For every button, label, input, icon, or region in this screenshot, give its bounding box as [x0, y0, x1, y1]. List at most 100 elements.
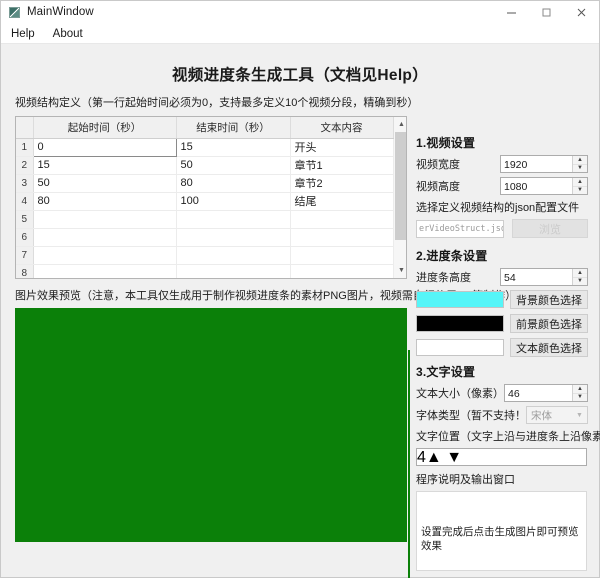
text-size-value[interactable]: 46: [505, 385, 572, 401]
table-scrollbar[interactable]: ▲ ▼: [394, 117, 408, 278]
window-title: MainWindow: [27, 6, 94, 18]
background-color-button[interactable]: 背景颜色选择: [510, 290, 588, 309]
stepper-arrows[interactable]: ▲ ▼: [572, 178, 587, 194]
bar-height-value[interactable]: 54: [501, 269, 572, 285]
cell-start[interactable]: [33, 246, 176, 264]
font-type-select[interactable]: 宋体 ▼: [526, 406, 588, 424]
text-position-value[interactable]: 4: [417, 449, 426, 465]
video-height-label: 视频高度: [416, 178, 460, 194]
table-row[interactable]: 3 50 80 章节2: [16, 174, 393, 192]
table-row[interactable]: 2 15 50 章节1: [16, 156, 393, 174]
json-config-hint: 选择定义视频结构的json配置文件: [416, 199, 588, 215]
cell-start[interactable]: 80: [33, 192, 176, 210]
json-file-field[interactable]: erVideoStruct.json: [416, 220, 504, 238]
page-title: 视频进度条生成工具（文档见Help）: [1, 44, 599, 85]
cell-text[interactable]: 结尾: [290, 192, 393, 210]
video-width-value[interactable]: 1920: [501, 156, 572, 172]
stepper-arrows[interactable]: ▲ ▼: [572, 156, 587, 172]
cell-text[interactable]: 章节1: [290, 156, 393, 174]
cell-text[interactable]: 开头: [290, 138, 393, 156]
stepper-up-icon[interactable]: ▲: [573, 269, 587, 278]
cell-text[interactable]: 章节2: [290, 174, 393, 192]
foreground-color-button[interactable]: 前景颜色选择: [510, 314, 588, 333]
section-title-bar: 2.进度条设置: [416, 247, 588, 264]
scroll-down-icon[interactable]: ▼: [394, 263, 407, 278]
table-row[interactable]: 5: [16, 210, 393, 228]
browse-button[interactable]: 浏览: [512, 219, 588, 238]
cell-text[interactable]: [290, 264, 393, 279]
table-row[interactable]: 6: [16, 228, 393, 246]
chevron-down-icon[interactable]: ▼: [572, 412, 587, 419]
cell-text[interactable]: [290, 228, 393, 246]
close-icon[interactable]: [564, 1, 599, 24]
stepper-down-icon[interactable]: ▼: [573, 187, 587, 195]
title-bar: MainWindow: [1, 1, 599, 24]
cell-end[interactable]: 15: [176, 138, 290, 156]
maximize-icon[interactable]: [529, 1, 564, 24]
cell-text[interactable]: [290, 210, 393, 228]
cell-start[interactable]: 50: [33, 174, 176, 192]
cell-end[interactable]: [176, 246, 290, 264]
stepper-arrows[interactable]: ▲ ▼: [572, 385, 587, 401]
structure-table[interactable]: 起始时间（秒） 结束时间（秒） 文本内容 1 0 15 开头 2 15 50: [15, 116, 407, 279]
stepper-up-icon[interactable]: ▲: [573, 385, 587, 394]
menu-item-about[interactable]: About: [51, 27, 85, 41]
left-panel: 视频结构定义（第一行起始时间必须为0，支持最多定义10个视频分段，精确到秒） 起…: [15, 96, 407, 542]
cell-end[interactable]: [176, 228, 290, 246]
text-size-stepper[interactable]: 46 ▲ ▼: [504, 384, 588, 402]
video-height-stepper[interactable]: 1080 ▲ ▼: [500, 177, 588, 195]
text-position-stepper[interactable]: 4 ▲ ▼: [416, 448, 587, 466]
stepper-up-icon[interactable]: ▲: [573, 178, 587, 187]
table-row[interactable]: 1 0 15 开头: [16, 138, 393, 156]
video-height-value[interactable]: 1080: [501, 178, 572, 194]
right-panel: 1.视频设置 视频宽度 1920 ▲ ▼ 视频高度 1080 ▲: [416, 134, 588, 578]
row-number: 3: [16, 174, 33, 192]
text-color-row: 文本颜色选择: [416, 338, 588, 357]
cell-start[interactable]: 0: [33, 138, 176, 156]
text-size-row: 文本大小（像素） 46 ▲ ▼: [416, 384, 588, 402]
cell-end[interactable]: [176, 210, 290, 228]
stepper-down-icon[interactable]: ▼: [573, 394, 587, 402]
output-window: 设置完成后点击生成图片即可预览效果: [416, 491, 587, 571]
text-position-label: 文字位置（文字上沿与进度条上沿像素间距: [416, 428, 588, 444]
column-header-start[interactable]: 起始时间（秒）: [33, 117, 176, 138]
stepper-up-icon[interactable]: ▲: [426, 449, 442, 466]
text-color-button[interactable]: 文本颜色选择: [510, 338, 588, 357]
text-size-label: 文本大小（像素）: [416, 385, 504, 401]
table-row[interactable]: 7: [16, 246, 393, 264]
cell-end[interactable]: 80: [176, 174, 290, 192]
foreground-color-row: 前景颜色选择: [416, 314, 588, 333]
cell-start[interactable]: [33, 228, 176, 246]
cell-start[interactable]: [33, 264, 176, 279]
menu-item-help[interactable]: Help: [9, 27, 37, 41]
scroll-up-icon[interactable]: ▲: [394, 117, 407, 132]
column-header-end[interactable]: 结束时间（秒）: [176, 117, 290, 138]
output-window-label: 程序说明及输出窗口: [416, 471, 588, 487]
table-row[interactable]: 8: [16, 264, 393, 279]
video-width-stepper[interactable]: 1920 ▲ ▼: [500, 155, 588, 173]
scrollbar-track[interactable]: [394, 132, 407, 263]
stepper-arrows[interactable]: ▲ ▼: [426, 449, 462, 465]
preview-edge: [408, 350, 410, 578]
stepper-up-icon[interactable]: ▲: [573, 156, 587, 165]
column-header-text[interactable]: 文本内容: [290, 117, 393, 138]
stepper-down-icon[interactable]: ▼: [573, 165, 587, 173]
cell-text[interactable]: [290, 246, 393, 264]
cell-end[interactable]: 100: [176, 192, 290, 210]
cell-end[interactable]: 50: [176, 156, 290, 174]
bar-height-stepper[interactable]: 54 ▲ ▼: [500, 268, 588, 286]
cell-start[interactable]: [33, 210, 176, 228]
table-row[interactable]: 4 80 100 结尾: [16, 192, 393, 210]
cell-start[interactable]: 15: [33, 156, 176, 174]
app-icon: [9, 7, 20, 18]
cell-end[interactable]: [176, 264, 290, 279]
scrollbar-thumb[interactable]: [395, 132, 407, 240]
stepper-arrows[interactable]: ▲ ▼: [572, 269, 587, 285]
video-height-row: 视频高度 1080 ▲ ▼: [416, 177, 588, 195]
stepper-down-icon[interactable]: ▼: [446, 449, 462, 466]
minimize-icon[interactable]: [494, 1, 529, 24]
bar-height-label: 进度条高度: [416, 269, 471, 285]
main-window: MainWindow Help About 视频进度条生成工具（文档见Help）…: [0, 0, 600, 578]
section-title-text: 3.文字设置: [416, 363, 588, 380]
stepper-down-icon[interactable]: ▼: [573, 278, 587, 286]
